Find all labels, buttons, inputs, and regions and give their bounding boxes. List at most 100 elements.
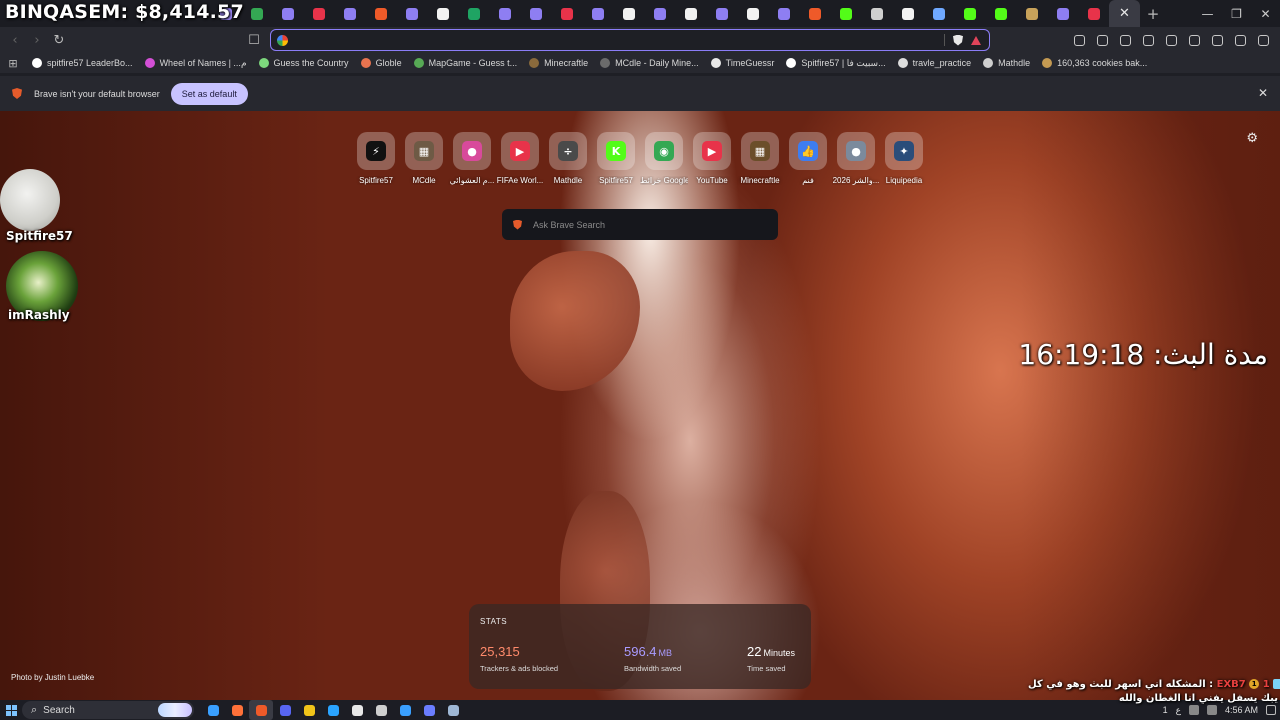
close-tab-icon[interactable]: ✕ bbox=[1119, 6, 1130, 21]
minimize-button[interactable]: — bbox=[1193, 0, 1222, 27]
browser-tab[interactable] bbox=[1078, 0, 1109, 27]
taskbar-app-button[interactable] bbox=[417, 700, 441, 720]
settings-gear-icon[interactable]: ⚙ bbox=[1246, 131, 1258, 146]
taskbar-app-button[interactable] bbox=[225, 700, 249, 720]
set-as-default-button[interactable]: Set as default bbox=[170, 82, 248, 105]
taskbar-app-button[interactable] bbox=[321, 700, 345, 720]
wallet-icon[interactable] bbox=[1160, 29, 1182, 51]
browser-tab[interactable] bbox=[985, 0, 1016, 27]
address-input[interactable] bbox=[294, 33, 944, 47]
bookmark-item[interactable]: 160,363 cookies bak... bbox=[1036, 58, 1153, 69]
music-icon[interactable] bbox=[1114, 29, 1136, 51]
screenshot-icon[interactable] bbox=[1091, 29, 1113, 51]
browser-tab[interactable] bbox=[1047, 0, 1078, 27]
browser-tab[interactable] bbox=[861, 0, 892, 27]
browser-tab[interactable] bbox=[799, 0, 830, 27]
back-button[interactable]: ‹ bbox=[4, 29, 26, 51]
bookmark-item[interactable]: MCdle - Daily Mine... bbox=[594, 58, 705, 69]
clock[interactable]: 4:56 AM bbox=[1225, 705, 1258, 715]
bookmark-item[interactable]: Minecraftle bbox=[523, 58, 594, 69]
photo-credit[interactable]: Photo by Justin Luebke bbox=[11, 673, 94, 682]
maximize-button[interactable]: ❐ bbox=[1222, 0, 1251, 27]
taskbar-search[interactable]: ⌕ Search bbox=[22, 701, 194, 719]
close-window-button[interactable]: ✕ bbox=[1251, 0, 1280, 27]
bookmark-item[interactable]: MapGame - Guess t... bbox=[408, 58, 524, 69]
taskbar-app-button[interactable] bbox=[393, 700, 417, 720]
browser-tab[interactable] bbox=[892, 0, 923, 27]
browser-tab[interactable] bbox=[1016, 0, 1047, 27]
browser-tab[interactable] bbox=[582, 0, 613, 27]
sidebar-icon[interactable] bbox=[1137, 29, 1159, 51]
top-site-tile[interactable]: ▦ MCdle bbox=[400, 132, 448, 185]
top-site-tile[interactable]: ◉ خرائط Google bbox=[640, 132, 688, 185]
browser-tab[interactable] bbox=[396, 0, 427, 27]
taskbar-app-button[interactable] bbox=[273, 700, 297, 720]
top-site-tile[interactable]: ▶ FIFAe Worl... bbox=[496, 132, 544, 185]
top-site-tile[interactable]: ▶ YouTube bbox=[688, 132, 736, 185]
browser-tab[interactable] bbox=[923, 0, 954, 27]
top-site-tile[interactable]: ▦ Minecraftle bbox=[736, 132, 784, 185]
taskbar-app-button[interactable] bbox=[345, 700, 369, 720]
close-infobar-icon[interactable]: ✕ bbox=[1258, 86, 1268, 100]
browser-tab[interactable] bbox=[551, 0, 582, 27]
browser-tab[interactable] bbox=[675, 0, 706, 27]
vpn-icon[interactable] bbox=[1229, 29, 1251, 51]
top-site-tile[interactable]: ✦ Liquipedia bbox=[880, 132, 928, 185]
apps-grid-icon[interactable]: ⊞ bbox=[0, 57, 26, 70]
browser-tab[interactable] bbox=[365, 0, 396, 27]
start-button[interactable] bbox=[0, 700, 22, 720]
bookmark-item[interactable]: spitfire57 LeaderBo... bbox=[26, 58, 139, 69]
wifi-icon[interactable] bbox=[1188, 705, 1199, 715]
top-site-tile[interactable]: ● 2026 والشر... bbox=[832, 132, 880, 185]
browser-tab[interactable] bbox=[644, 0, 675, 27]
search-input[interactable] bbox=[533, 219, 763, 230]
bookmark-item[interactable]: Spitfire57 | سبيت فا... bbox=[780, 58, 891, 69]
browser-tab[interactable] bbox=[303, 0, 334, 27]
browser-tab[interactable] bbox=[613, 0, 644, 27]
language-indicator[interactable]: ع bbox=[1176, 705, 1181, 716]
reload-button[interactable]: ↻ bbox=[48, 29, 70, 51]
taskbar-app-button[interactable] bbox=[201, 700, 225, 720]
browser-tab[interactable] bbox=[489, 0, 520, 27]
taskbar-app-button[interactable] bbox=[297, 700, 321, 720]
browser-tab[interactable] bbox=[458, 0, 489, 27]
forward-button[interactable]: › bbox=[26, 29, 48, 51]
notifications-icon[interactable] bbox=[1266, 705, 1276, 715]
browser-tab[interactable] bbox=[737, 0, 768, 27]
browser-tab[interactable] bbox=[272, 0, 303, 27]
top-site-tile[interactable]: K Spitfire57 bbox=[592, 132, 640, 185]
browser-tab[interactable] bbox=[768, 0, 799, 27]
leo-icon[interactable] bbox=[1206, 29, 1228, 51]
browser-tab[interactable] bbox=[334, 0, 365, 27]
bookmark-item[interactable]: Wheel of Names | ...م bbox=[139, 58, 253, 69]
volume-icon[interactable] bbox=[1206, 705, 1217, 715]
address-bar[interactable] bbox=[270, 29, 990, 51]
new-tab-button[interactable]: + bbox=[1140, 5, 1166, 23]
browser-tab[interactable] bbox=[520, 0, 551, 27]
taskbar-app-button[interactable] bbox=[249, 700, 273, 720]
brave-shields-icon[interactable] bbox=[953, 34, 963, 46]
download-icon[interactable] bbox=[1183, 29, 1205, 51]
bookmark-item[interactable]: Mathdle bbox=[977, 58, 1036, 69]
top-site-tile[interactable]: ⚡ Spitfire57 bbox=[352, 132, 400, 185]
active-tab[interactable]: ✕ bbox=[1109, 0, 1140, 27]
puzzle-icon[interactable] bbox=[1068, 29, 1090, 51]
browser-tab[interactable] bbox=[830, 0, 861, 27]
browser-tab[interactable] bbox=[954, 0, 985, 27]
browser-tab[interactable] bbox=[241, 0, 272, 27]
brave-rewards-icon[interactable] bbox=[971, 35, 981, 45]
browser-tab[interactable] bbox=[427, 0, 458, 27]
bookmark-item[interactable]: Guess the Country bbox=[253, 58, 355, 69]
bookmark-item[interactable]: travle_practice bbox=[892, 58, 978, 69]
top-site-tile[interactable]: ÷ Mathdle bbox=[544, 132, 592, 185]
browser-tab[interactable] bbox=[706, 0, 737, 27]
bookmark-item[interactable]: TimeGuessr bbox=[705, 58, 781, 69]
taskbar-app-button[interactable] bbox=[441, 700, 465, 720]
bookmark-page-button[interactable]: ☐ bbox=[243, 29, 265, 51]
menu-icon[interactable] bbox=[1252, 29, 1274, 51]
top-site-tile[interactable]: 👍 فنم bbox=[784, 132, 832, 185]
brave-search-box[interactable] bbox=[502, 209, 778, 240]
top-site-tile[interactable]: ● م العشوائي... bbox=[448, 132, 496, 185]
bookmark-item[interactable]: Globle bbox=[355, 58, 408, 69]
taskbar-app-button[interactable] bbox=[369, 700, 393, 720]
